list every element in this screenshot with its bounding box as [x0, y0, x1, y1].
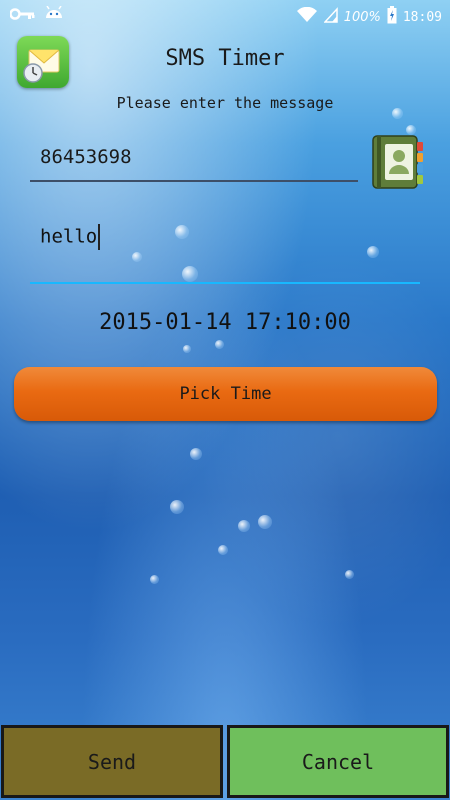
phone-number-field[interactable]: 86453698: [30, 140, 358, 182]
bubble-decoration: [215, 340, 224, 349]
pick-time-button[interactable]: Pick Time: [14, 367, 437, 421]
bubble-decoration: [170, 500, 184, 514]
bubble-decoration: [345, 570, 354, 579]
bubble-decoration: [258, 515, 272, 529]
battery-percentage: 100%: [343, 9, 381, 25]
app-title: SMS Timer: [165, 46, 285, 71]
wifi-icon: [296, 6, 318, 27]
message-input[interactable]: hello: [30, 214, 420, 284]
bubble-decoration: [218, 545, 228, 555]
text-cursor: [98, 224, 101, 250]
phone-number-value: 86453698: [40, 146, 132, 168]
status-time: 18:09: [402, 9, 442, 25]
bubble-decoration: [238, 520, 250, 532]
battery-icon: [387, 6, 397, 28]
bubble-decoration: [150, 575, 159, 584]
send-button[interactable]: Send: [1, 725, 223, 798]
signal-icon: [322, 7, 338, 27]
bubble-decoration: [190, 448, 202, 460]
key-icon: [9, 7, 36, 25]
scheduled-datetime: 2015-01-14 17:10:00: [99, 310, 351, 335]
status-bar: 100% 18:09: [0, 0, 450, 30]
android-icon: [44, 5, 64, 26]
contacts-book-icon[interactable]: [371, 134, 425, 190]
instruction-text: Please enter the message: [116, 94, 334, 112]
message-value-wrapper: hello: [40, 224, 101, 250]
cancel-button[interactable]: Cancel: [227, 725, 449, 798]
message-text: hello: [40, 225, 98, 248]
bubble-decoration: [183, 345, 191, 353]
